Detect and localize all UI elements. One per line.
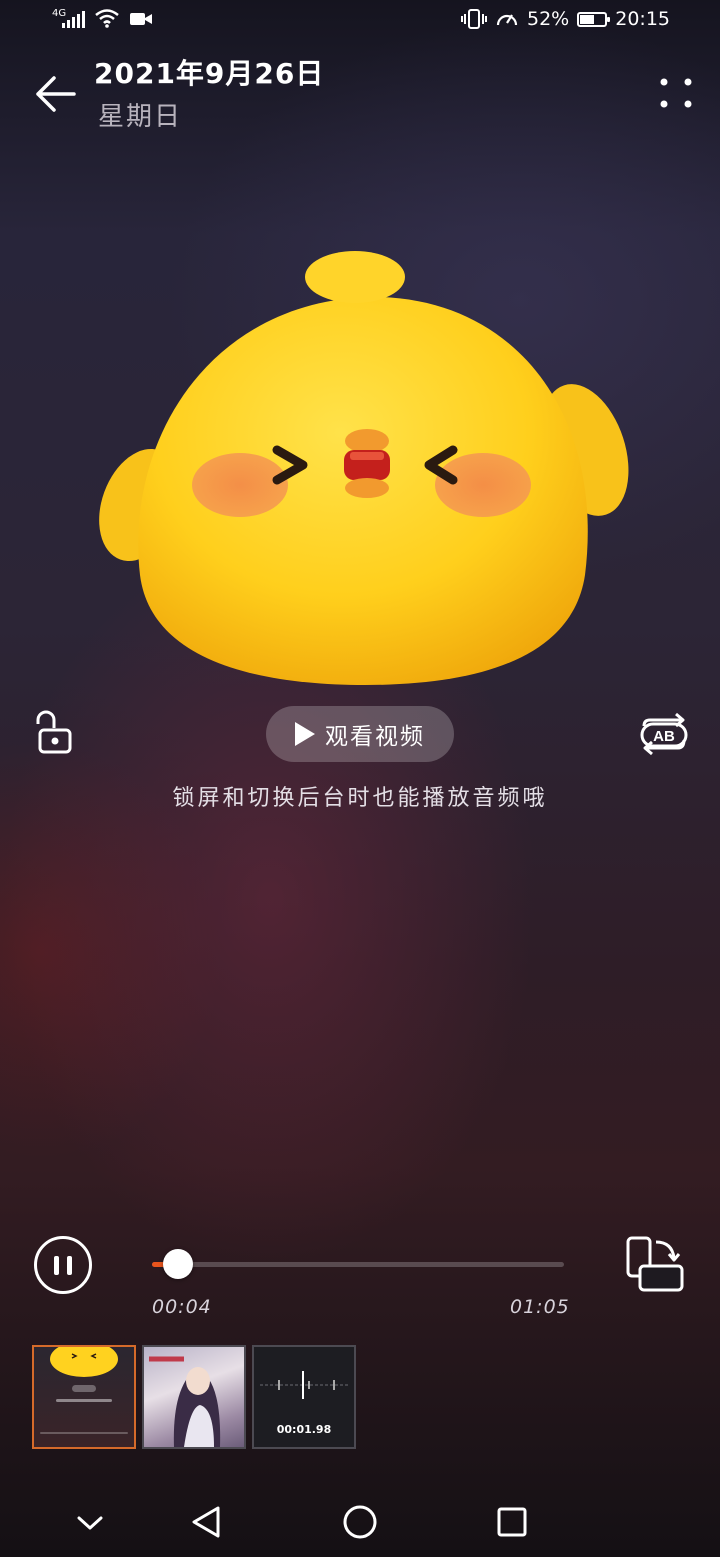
pause-button[interactable]: [34, 1236, 92, 1294]
thumbnail-waveform-image: [260, 1371, 348, 1399]
more-options-button[interactable]: [652, 70, 700, 118]
progress-slider[interactable]: [152, 1249, 564, 1279]
wifi-icon: [95, 9, 119, 28]
screen-lock-button[interactable]: [32, 710, 76, 758]
status-bar: 4G 52% 20:15: [0, 0, 720, 44]
chevron-down-icon: [77, 1516, 103, 1530]
more-dots-icon: [660, 78, 692, 108]
elapsed-time: 00:04: [152, 1296, 212, 1318]
system-navigation-bar: [0, 1490, 720, 1557]
thumbnail-mascot-image: [40, 1347, 128, 1434]
back-button[interactable]: [32, 70, 80, 118]
thumbnail-audio-cover[interactable]: [32, 1345, 136, 1449]
clock: 20:15: [615, 8, 670, 30]
audio-cover-mascot: [99, 251, 629, 685]
back-arrow-icon: [36, 76, 76, 112]
recents-square-icon: [497, 1507, 527, 1537]
ab-repeat-icon: AB: [640, 712, 688, 756]
unlock-icon: [36, 710, 72, 754]
video-player-screen: 4G 52% 20:15 2021年9月26日 星期日 观看视频 AB 锁屏和切…: [0, 0, 720, 1557]
vibrate-icon: [461, 9, 487, 29]
battery-icon: [577, 11, 611, 27]
watch-video-label: 观看视频: [325, 724, 425, 750]
home-circle-icon: [343, 1505, 377, 1539]
page-title: 2021年9月26日: [94, 57, 325, 90]
battery-percent: 52%: [527, 8, 570, 30]
nav-collapse-button[interactable]: [66, 1498, 114, 1546]
status-left: 4G: [52, 8, 153, 28]
background-play-hint: 锁屏和切换后台时也能播放音频哦: [172, 786, 548, 811]
play-icon: [295, 722, 315, 746]
rotate-screen-icon: [626, 1236, 684, 1292]
speed-gauge-icon: [496, 14, 518, 26]
thumbnail-recording[interactable]: 00:01.98: [252, 1345, 356, 1449]
nav-recents-button[interactable]: [488, 1498, 536, 1546]
nav-back-button[interactable]: [182, 1498, 230, 1546]
media-thumbnail-strip: 00:01.98: [32, 1345, 356, 1449]
network-type: 4G: [52, 8, 67, 19]
total-duration: 01:05: [510, 1296, 570, 1318]
ab-repeat-button[interactable]: AB: [636, 710, 692, 758]
back-triangle-icon: [192, 1506, 220, 1538]
pause-icon: [54, 1256, 59, 1275]
video-record-icon: [130, 13, 152, 25]
thumbnail-caption: 00:01.98: [276, 1423, 332, 1436]
progress-handle[interactable]: [162, 1249, 193, 1279]
page-subtitle-weekday: 星期日: [98, 102, 183, 132]
rotate-screen-button[interactable]: [624, 1234, 686, 1296]
status-right: 52% 20:15: [461, 8, 670, 30]
thumbnail-anime-image[interactable]: [142, 1345, 246, 1449]
ab-label: AB: [653, 728, 675, 745]
thumbnail-girl-illustration: [149, 1356, 221, 1447]
watch-video-button[interactable]: 观看视频: [266, 706, 454, 762]
nav-home-button[interactable]: [336, 1498, 384, 1546]
